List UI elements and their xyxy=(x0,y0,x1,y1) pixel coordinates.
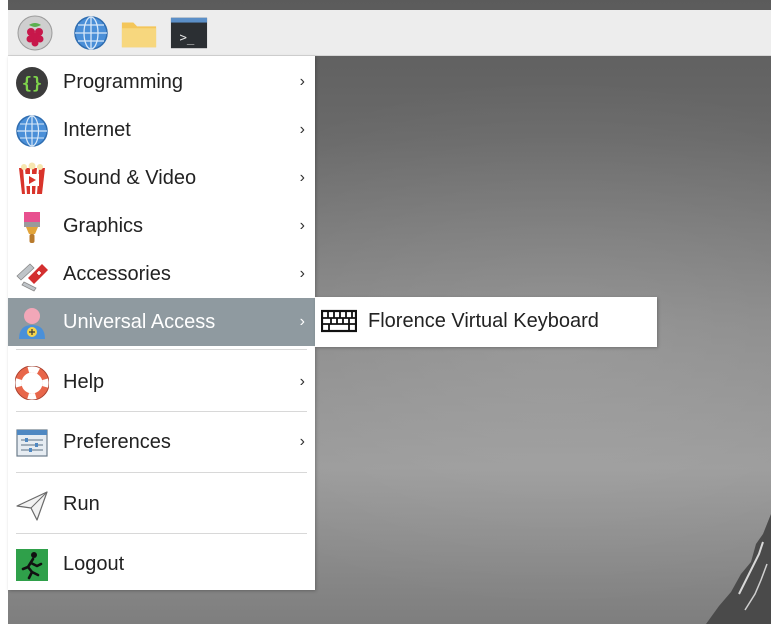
keyboard-icon xyxy=(320,307,358,335)
chevron-right-icon: › xyxy=(299,73,305,90)
menu-item-label: Run xyxy=(63,492,100,515)
paper-plane-icon xyxy=(14,487,50,523)
menu-item-accessories[interactable]: Accessories › xyxy=(8,250,315,298)
paintbrush-icon xyxy=(14,209,50,245)
menu-item-logout[interactable]: Logout xyxy=(8,540,315,588)
globe-icon xyxy=(14,113,50,149)
preferences-panel-icon xyxy=(14,425,50,461)
taskbar: >_ xyxy=(8,10,771,56)
terminal-prompt: >_ xyxy=(180,31,195,45)
menu-item-sound-video[interactable]: Sound & Video › xyxy=(8,154,315,202)
submenu-item-label: Florence Virtual Keyboard xyxy=(368,310,599,332)
menu-item-label: Universal Access xyxy=(63,310,216,333)
file-manager-button[interactable] xyxy=(120,14,158,52)
main-menu: {} Programming › Internet › Sound & Vide… xyxy=(8,56,315,590)
universal-access-submenu: Florence Virtual Keyboard xyxy=(315,297,657,347)
menu-item-help[interactable]: Help › xyxy=(8,358,315,406)
submenu-item-florence-keyboard[interactable]: Florence Virtual Keyboard xyxy=(315,297,657,347)
menu-item-programming[interactable]: {} Programming › xyxy=(8,58,315,106)
menu-separator xyxy=(16,349,307,350)
web-browser-button[interactable] xyxy=(72,14,110,52)
menu-separator xyxy=(16,411,307,412)
menu-item-graphics[interactable]: Graphics › xyxy=(8,202,315,250)
terminal-icon: >_ xyxy=(170,17,208,49)
programming-braces-icon: {} xyxy=(14,65,50,101)
menu-item-label: Sound & Video xyxy=(63,166,197,189)
menu-separator xyxy=(16,533,307,534)
menu-item-label: Help xyxy=(63,370,105,393)
chevron-right-icon: › xyxy=(299,313,305,330)
folder-icon xyxy=(121,22,157,48)
menu-item-preferences[interactable]: Preferences › xyxy=(8,418,315,466)
menu-item-label: Programming xyxy=(63,70,184,93)
chevron-right-icon: › xyxy=(299,433,305,450)
swiss-knife-icon xyxy=(14,257,50,293)
menu-item-label: Preferences xyxy=(63,430,171,453)
running-man-exit-icon xyxy=(14,547,50,583)
raspberry-icon xyxy=(17,15,53,51)
popcorn-film-icon xyxy=(14,161,50,197)
chevron-right-icon: › xyxy=(299,169,305,186)
chevron-right-icon: › xyxy=(299,121,305,138)
terminal-button[interactable]: >_ xyxy=(170,14,208,52)
chevron-right-icon: › xyxy=(299,265,305,282)
globe-icon xyxy=(74,16,108,50)
rock-silhouette xyxy=(706,514,771,624)
menu-item-internet[interactable]: Internet › xyxy=(8,106,315,154)
menu-item-label: Internet xyxy=(63,118,131,141)
svg-text:{}: {} xyxy=(22,74,42,94)
menu-item-label: Logout xyxy=(63,552,125,575)
accessibility-person-icon xyxy=(14,305,50,341)
menu-item-label: Accessories xyxy=(63,262,171,285)
chevron-right-icon: › xyxy=(299,373,305,390)
chevron-right-icon: › xyxy=(299,217,305,234)
raspberry-menu-button[interactable] xyxy=(16,14,54,52)
menu-item-universal-access[interactable]: Universal Access › xyxy=(8,298,315,346)
menu-item-label: Graphics xyxy=(63,214,144,237)
lifebuoy-icon xyxy=(14,365,50,401)
menu-separator xyxy=(16,472,307,473)
menu-item-run[interactable]: Run xyxy=(8,480,315,528)
